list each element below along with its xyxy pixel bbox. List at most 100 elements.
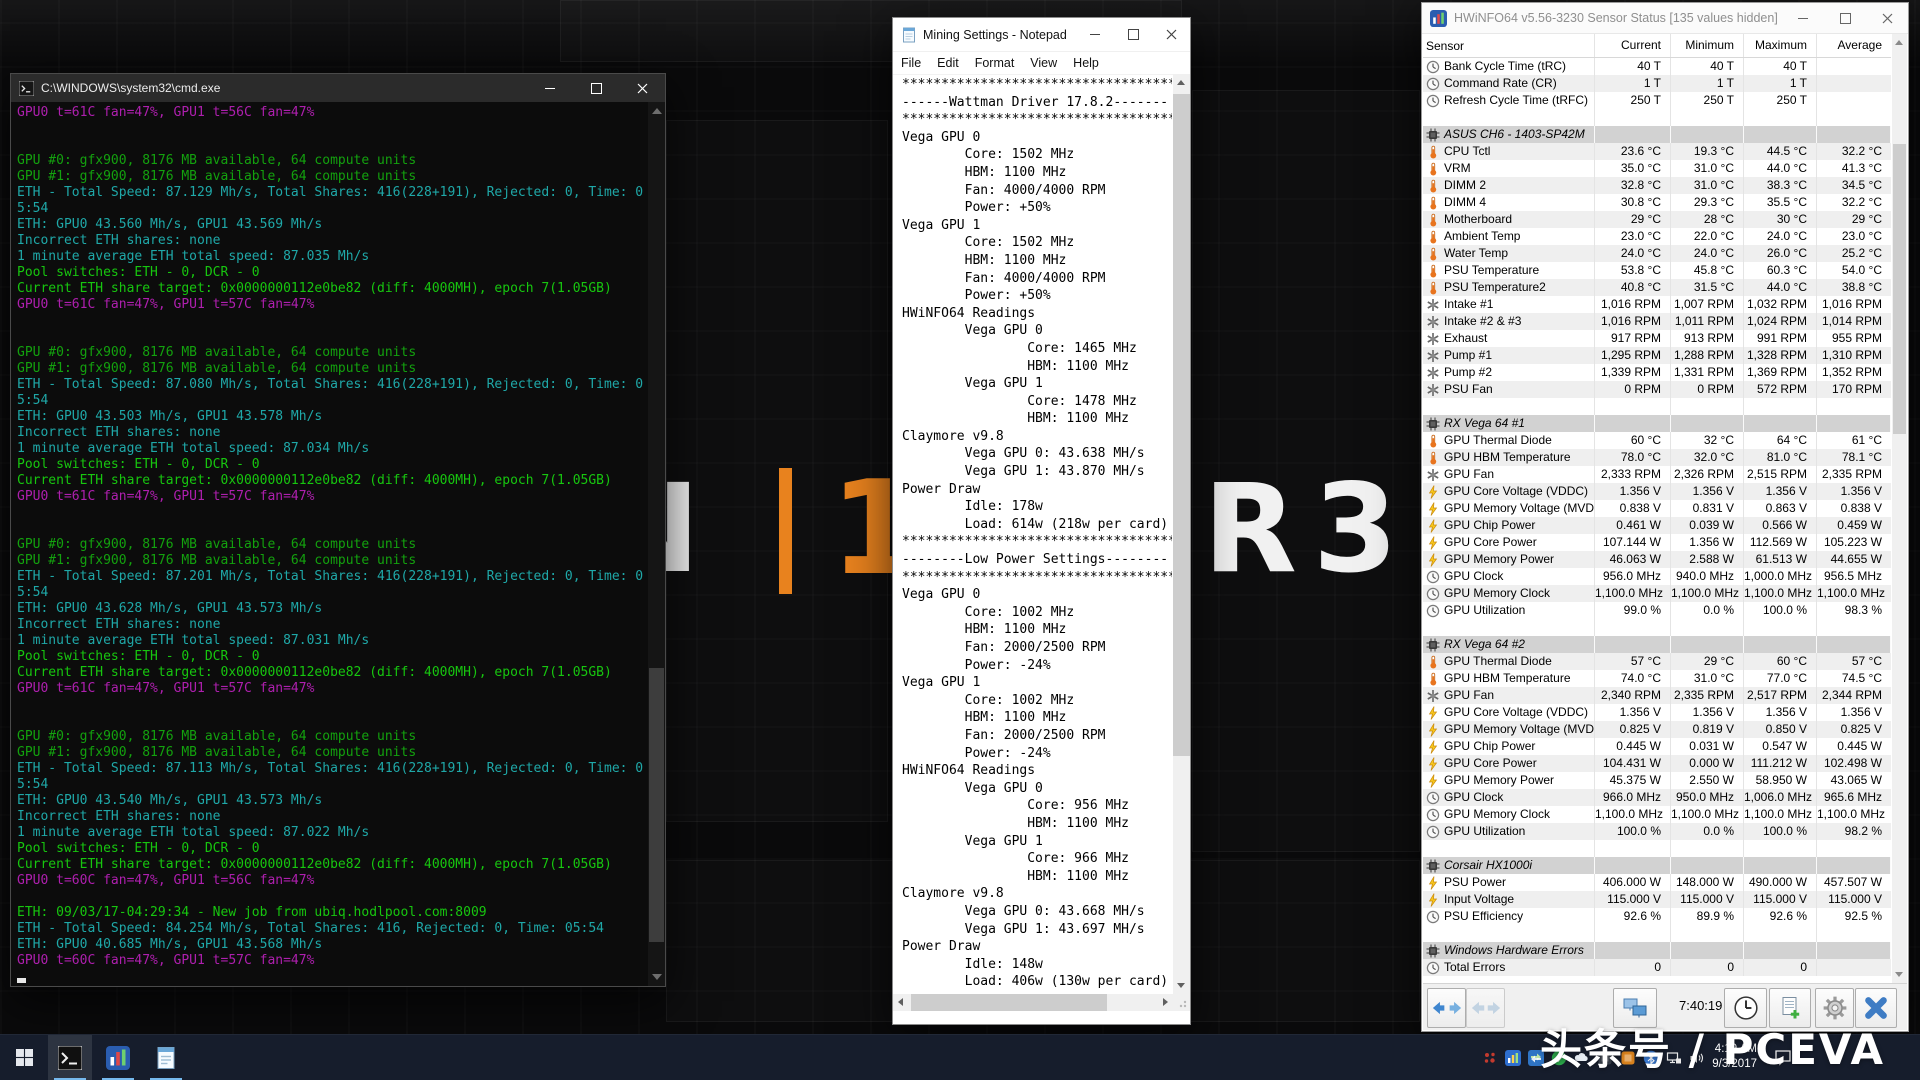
sensor-row[interactable]: PSU Temperature 53.8 °C 45.8 °C 60.3 °C 54.0… [1423, 262, 1891, 279]
notepad-text-area[interactable]: *********************************** ----… [894, 74, 1172, 994]
taskbar-item-hwinfo[interactable] [96, 1035, 140, 1080]
scroll-up-icon[interactable] [1895, 40, 1903, 45]
column-average[interactable]: Average [1817, 34, 1891, 57]
sensor-row[interactable]: Total Errors 0 0 0 [1423, 959, 1891, 976]
scroll-down-icon[interactable] [1895, 972, 1903, 977]
sensor-row[interactable]: Refresh Cycle Time (tRFC) 250 T 250 T 250 T [1423, 92, 1891, 109]
sensor-row[interactable]: GPU Chip Power 0.461 W 0.039 W 0.566 W 0.459… [1423, 517, 1891, 534]
notepad-resize-grip[interactable] [1173, 994, 1190, 1011]
sensor-row[interactable]: PSU Efficiency 92.6 % 89.9 % 92.6 % 92.5 % [1423, 908, 1891, 925]
sensor-row[interactable]: DIMM 2 32.8 °C 31.0 °C 38.3 °C 34.5 °C [1423, 177, 1891, 194]
sensor-row[interactable]: GPU Thermal Diode 60 °C 32 °C 64 °C 61 °C [1423, 432, 1891, 449]
taskbar-item-cmd[interactable] [48, 1035, 92, 1080]
hwinfo-titlebar[interactable]: HWiNFO64 v5.56-3230 Sensor Status [135 v… [1422, 3, 1908, 34]
sensor-row[interactable]: GPU Clock 956.0 MHz 940.0 MHz 1,000.0 MHz 95… [1423, 568, 1891, 585]
sensor-row[interactable]: Pump #2 1,339 RPM 1,331 RPM 1,369 RPM 1,352 … [1423, 364, 1891, 381]
sensor-row[interactable]: GPU Memory Power 46.063 W 2.588 W 61.513 W 4… [1423, 551, 1891, 568]
notepad-maximize-button[interactable] [1114, 18, 1152, 51]
sensor-row[interactable]: GPU Fan 2,333 RPM 2,326 RPM 2,515 RPM 2,335 … [1423, 466, 1891, 483]
sensor-value: 0.031 W [1671, 738, 1744, 755]
sensor-row[interactable]: GPU Core Power 104.431 W 0.000 W 111.212 W 1… [1423, 755, 1891, 772]
sensor-group-header[interactable]: Windows Hardware Errors [1423, 942, 1891, 959]
sensor-row[interactable]: PSU Temperature2 40.8 °C 31.5 °C 44.0 °C 38.… [1423, 279, 1891, 296]
notepad-hscroll-thumb[interactable] [911, 994, 1107, 1011]
cmd-output[interactable]: GPU0 t=61C fan=47%, GPU1 t=56C fan=47% G… [11, 102, 648, 986]
sensor-row[interactable]: GPU Fan 2,340 RPM 2,335 RPM 2,517 RPM 2,344 … [1423, 687, 1891, 704]
notepad-horizontal-scrollbar[interactable] [893, 994, 1173, 1011]
sensor-row[interactable]: Bank Cycle Time (tRC) 40 T 40 T 40 T [1423, 58, 1891, 75]
cmd-maximize-button[interactable] [573, 74, 619, 102]
scroll-up-icon[interactable] [652, 108, 662, 114]
column-current[interactable]: Current [1595, 34, 1671, 57]
scroll-down-icon[interactable] [652, 974, 662, 980]
column-minimum[interactable]: Minimum [1671, 34, 1744, 57]
sensor-row[interactable]: GPU Utilization 99.0 % 0.0 % 100.0 % 98.3 % [1423, 602, 1891, 619]
start-button[interactable] [0, 1035, 48, 1080]
cmd-titlebar[interactable]: C:\WINDOWS\system32\cmd.exe [11, 74, 665, 102]
sensor-row[interactable]: Command Rate (CR) 1 T1 T1 T [1423, 75, 1891, 92]
hwinfo-scrollbar-thumb[interactable] [1893, 144, 1906, 434]
scroll-up-icon[interactable] [1177, 80, 1185, 85]
menu-item-format[interactable]: Format [967, 56, 1023, 70]
hwinfo-close-button[interactable] [1866, 3, 1908, 33]
sensor-row[interactable]: Ambient Temp 23.0 °C 22.0 °C 24.0 °C 23.0 °C [1423, 228, 1891, 245]
clock-icon [1426, 791, 1440, 805]
sensor-row[interactable]: GPU Core Power 107.144 W 1.356 W 112.569 W 1… [1423, 534, 1891, 551]
scroll-down-icon[interactable] [1177, 983, 1185, 988]
sensor-row[interactable]: Pump #1 1,295 RPM 1,288 RPM 1,328 RPM 1,310 … [1423, 347, 1891, 364]
notepad-vertical-scrollbar[interactable] [1173, 74, 1190, 994]
column-sensor[interactable]: Sensor [1423, 34, 1595, 57]
hwinfo-tray-icon[interactable] [1505, 1049, 1521, 1066]
hwinfo-maximize-button[interactable] [1824, 3, 1866, 33]
sensor-group-header[interactable]: RX Vega 64 #1 [1423, 415, 1891, 432]
sensor-row[interactable]: Exhaust 917 RPM 913 RPM 991 RPM 955 RPM [1423, 330, 1891, 347]
miner-tray-icon[interactable] [1482, 1050, 1498, 1066]
scroll-left-icon[interactable] [898, 998, 903, 1006]
sensor-group-header[interactable]: RX Vega 64 #2 [1423, 636, 1891, 653]
sensor-row[interactable]: GPU Thermal Diode 57 °C 29 °C 60 °C 57 °C [1423, 653, 1891, 670]
notepad-vscroll-thumb[interactable] [1173, 94, 1190, 757]
sensor-row[interactable]: GPU Utilization 100.0 % 0.0 % 100.0 % 98.2 % [1423, 823, 1891, 840]
sensor-row[interactable]: GPU Memory Voltage (MVDDC)0.825 V0.819 V… [1423, 721, 1891, 738]
sensor-row[interactable]: CPU Tctl 23.6 °C 19.3 °C 44.5 °C 32.2 °C [1423, 143, 1891, 160]
menu-item-file[interactable]: File [893, 56, 929, 70]
sensor-row[interactable]: GPU Core Voltage (VDDC) 1.356 V 1.356 V 1.3… [1423, 483, 1891, 500]
cmd-minimize-button[interactable] [527, 74, 573, 102]
sensor-row[interactable]: VRM 35.0 °C 31.0 °C 44.0 °C 41.3 °C [1423, 160, 1891, 177]
hwinfo-minimize-button[interactable] [1782, 3, 1824, 33]
scroll-right-icon[interactable] [1163, 998, 1168, 1006]
notepad-close-button[interactable] [1152, 18, 1190, 51]
sensor-row[interactable]: DIMM 4 30.8 °C 29.3 °C 35.5 °C 32.2 °C [1423, 194, 1891, 211]
nav-arrows-out-button[interactable] [1427, 988, 1466, 1028]
sensor-row[interactable]: Intake #1 1,016 RPM 1,007 RPM 1,032 RPM 1,01… [1423, 296, 1891, 313]
nav-arrows-in-button[interactable] [1466, 988, 1505, 1028]
menu-item-view[interactable]: View [1022, 56, 1065, 70]
menu-item-help[interactable]: Help [1065, 56, 1107, 70]
sensor-row[interactable]: Water Temp 24.0 °C 24.0 °C 26.0 °C 25.2 °C [1423, 245, 1891, 262]
notepad-minimize-button[interactable] [1076, 18, 1114, 51]
menu-item-edit[interactable]: Edit [929, 56, 967, 70]
cmd-scrollbar[interactable] [648, 102, 665, 986]
sensor-row[interactable]: Intake #2 & #3 1,016 RPM 1,011 RPM 1,024 RP… [1423, 313, 1891, 330]
sensor-row[interactable]: PSU Fan 0 RPM 0 RPM 572 RPM 170 RPM [1423, 381, 1891, 398]
sensor-row[interactable]: GPU Memory Clock 1,100.0 MHz 1,100.0 MHz 1,… [1423, 806, 1891, 823]
sensor-row[interactable]: PSU Power 406.000 W 148.000 W 490.000 W 457.… [1423, 874, 1891, 891]
cmd-scrollbar-thumb[interactable] [649, 667, 664, 942]
sensor-group-header[interactable]: Corsair HX1000i [1423, 857, 1891, 874]
sensor-group-header[interactable]: ASUS CH6 - 1403-SP42M [1423, 126, 1891, 143]
sensor-row[interactable]: Motherboard 29 °C 28 °C 30 °C 29 °C [1423, 211, 1891, 228]
sensor-row[interactable]: Input Voltage 115.000 V 115.000 V 115.000 V… [1423, 891, 1891, 908]
sensor-row[interactable]: GPU Memory Power 45.375 W 2.550 W 58.950 W 4… [1423, 772, 1891, 789]
column-maximum[interactable]: Maximum [1744, 34, 1817, 57]
sensor-row[interactable]: GPU HBM Temperature 74.0 °C 31.0 °C 77.0 °C… [1423, 670, 1891, 687]
sensor-row[interactable]: GPU Clock 966.0 MHz 950.0 MHz 1,006.0 MHz 96… [1423, 789, 1891, 806]
hwinfo-scrollbar[interactable] [1892, 34, 1907, 983]
sensor-row[interactable]: GPU HBM Temperature 78.0 °C 32.0 °C 81.0 °C… [1423, 449, 1891, 466]
sensor-row[interactable]: GPU Core Voltage (VDDC) 1.356 V 1.356 V 1.3… [1423, 704, 1891, 721]
taskbar-item-notepad[interactable] [144, 1035, 188, 1080]
notepad-titlebar[interactable]: Mining Settings - Notepad [893, 18, 1190, 52]
sensor-row[interactable]: GPU Memory Voltage (MVDDC)0.838 V0.831 V… [1423, 500, 1891, 517]
cmd-close-button[interactable] [619, 74, 665, 102]
sensor-row[interactable]: GPU Chip Power 0.445 W 0.031 W 0.547 W 0.445… [1423, 738, 1891, 755]
sensor-row[interactable]: GPU Memory Clock 1,100.0 MHz 1,100.0 MHz 1,… [1423, 585, 1891, 602]
